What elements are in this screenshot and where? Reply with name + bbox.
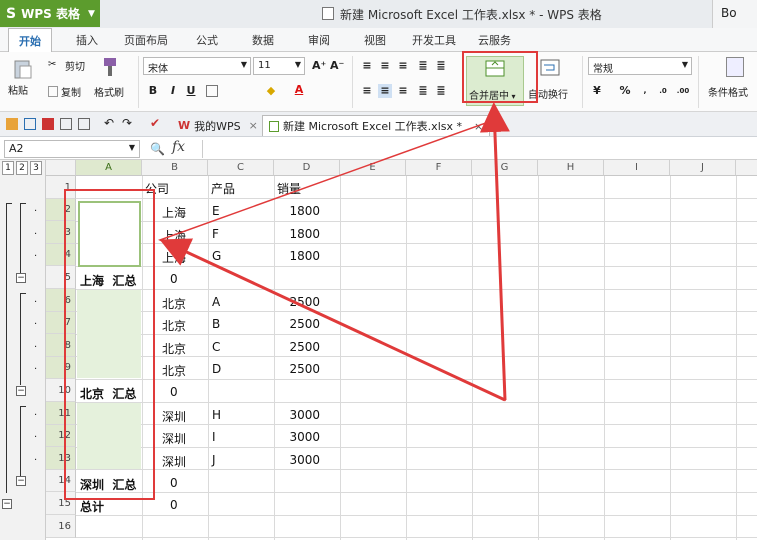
annotation-arrows: [158, 102, 510, 402]
